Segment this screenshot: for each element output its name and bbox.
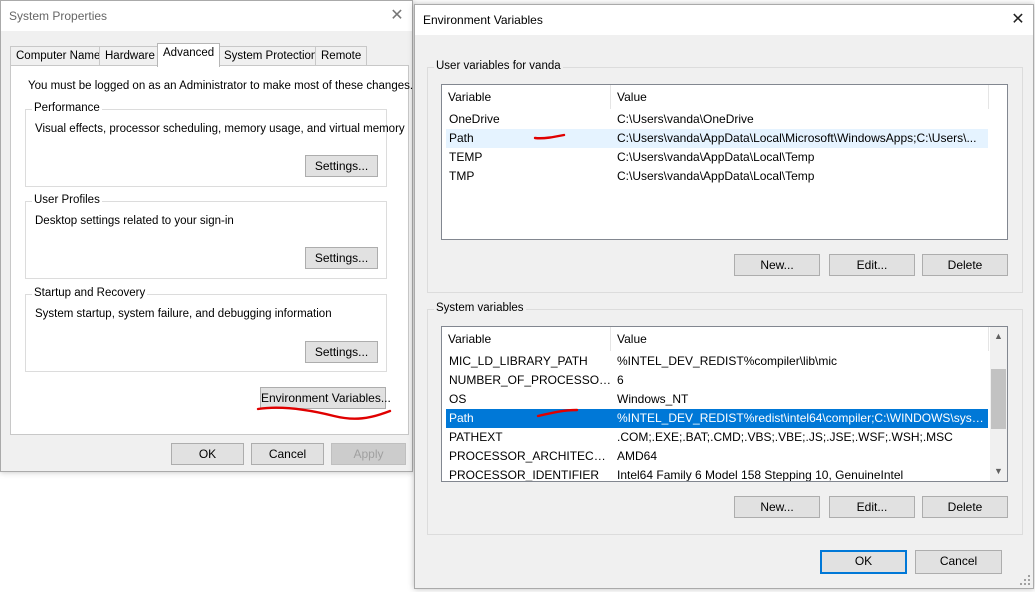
system-variable-name: Path	[449, 411, 474, 425]
system-variable-value: Intel64 Family 6 Model 158 Stepping 10, …	[617, 468, 904, 482]
performance-group-title: Performance	[32, 102, 102, 114]
system-delete-button[interactable]: Delete	[922, 496, 1008, 518]
system-variable-name: PROCESSOR_ARCHITECTURE	[449, 449, 613, 463]
env-button-annotation	[256, 406, 392, 420]
tab-system-protection[interactable]: System Protection	[218, 46, 324, 66]
user-variables-title: User variables for vanda	[434, 60, 563, 72]
system-properties-close-icon[interactable]: ✕	[384, 3, 410, 29]
performance-description: Visual effects, processor scheduling, me…	[35, 123, 405, 135]
startup-recovery-description: System startup, system failure, and debu…	[35, 308, 332, 320]
user-variables-group: User variables for vanda Variable Value …	[427, 60, 1023, 293]
system-properties-window: System Properties ✕ Computer Name Hardwa…	[0, 0, 413, 472]
user-profiles-group: User Profiles Desktop settings related t…	[25, 194, 387, 279]
system-variable-name: OS	[449, 392, 467, 406]
user-variable-value: C:\Users\vanda\OneDrive	[617, 112, 754, 126]
tab-remote[interactable]: Remote	[315, 46, 368, 66]
user-new-button[interactable]: New...	[734, 254, 820, 276]
system-path-annotation	[536, 408, 579, 418]
table-row[interactable]: PATHEXT .COM;.EXE;.BAT;.CMD;.VBS;.VBE;.J…	[446, 428, 988, 447]
scroll-thumb[interactable]	[991, 369, 1006, 429]
system-variable-value: .COM;.EXE;.BAT;.CMD;.VBS;.VBE;.JS;.JSE;.…	[617, 430, 953, 444]
list-item[interactable]: OneDrive C:\Users\vanda\OneDrive	[446, 110, 988, 129]
tab-advanced[interactable]: Advanced	[157, 43, 221, 67]
system-variable-value: AMD64	[617, 449, 658, 463]
user-delete-button[interactable]: Delete	[922, 254, 1008, 276]
user-profiles-group-title: User Profiles	[32, 194, 102, 206]
system-variable-value: %INTEL_DEV_REDIST%compiler\lib\mic	[617, 354, 838, 368]
tab-computer-name[interactable]: Computer Name	[10, 46, 107, 66]
user-variable-column-header[interactable]: Variable	[442, 85, 611, 109]
system-properties-title: System Properties	[9, 9, 108, 23]
system-variable-column-header[interactable]: Variable	[442, 327, 611, 351]
resize-grip-icon[interactable]	[1019, 574, 1031, 586]
environment-variables-cancel-button[interactable]: Cancel	[915, 550, 1002, 574]
table-row[interactable]: OS Windows_NT	[446, 390, 988, 409]
table-row[interactable]: NUMBER_OF_PROCESSORS 6	[446, 371, 988, 390]
list-item[interactable]: TEMP C:\Users\vanda\AppData\Local\Temp	[446, 148, 988, 167]
user-variable-name: TMP	[449, 169, 475, 183]
table-row[interactable]: MIC_LD_LIBRARY_PATH %INTEL_DEV_REDIST%co…	[446, 352, 988, 371]
system-variable-name: MIC_LD_LIBRARY_PATH	[449, 354, 588, 368]
system-variable-name: PROCESSOR_IDENTIFIER	[449, 468, 600, 482]
user-variable-name: OneDrive	[449, 112, 500, 126]
user-variable-value: C:\Users\vanda\AppData\Local\Microsoft\W…	[617, 131, 977, 145]
system-variables-list[interactable]: Variable Value MIC_LD_LIBRARY_PATH %INTE…	[441, 326, 1008, 482]
admin-note: You must be logged on as an Administrato…	[28, 80, 414, 92]
scroll-up-icon[interactable]: ▲	[990, 328, 1007, 345]
system-properties-apply-button[interactable]: Apply	[331, 443, 406, 465]
performance-group: Performance Visual effects, processor sc…	[25, 102, 405, 187]
startup-recovery-group: Startup and Recovery System startup, sys…	[25, 287, 387, 372]
system-value-column-header[interactable]: Value	[611, 327, 989, 351]
table-row-selected[interactable]: Path %INTEL_DEV_REDIST%redist\intel64\co…	[446, 409, 988, 428]
system-variables-group: System variables Variable Value MIC_LD_L…	[427, 302, 1023, 535]
user-path-annotation	[533, 133, 566, 140]
environment-variables-ok-button[interactable]: OK	[820, 550, 907, 574]
user-variable-name: Path	[449, 131, 474, 145]
scroll-down-icon[interactable]: ▼	[990, 463, 1007, 480]
user-profiles-description: Desktop settings related to your sign-in	[35, 215, 234, 227]
startup-recovery-settings-button[interactable]: Settings...	[305, 341, 378, 363]
system-edit-button[interactable]: Edit...	[829, 496, 915, 518]
list-item[interactable]: TMP C:\Users\vanda\AppData\Local\Temp	[446, 167, 988, 186]
system-properties-cancel-button[interactable]: Cancel	[251, 443, 324, 465]
environment-variables-window: Environment Variables ✕ User variables f…	[414, 4, 1034, 589]
user-edit-button[interactable]: Edit...	[829, 254, 915, 276]
system-properties-ok-button[interactable]: OK	[171, 443, 244, 465]
user-variable-value: C:\Users\vanda\AppData\Local\Temp	[617, 150, 815, 164]
environment-variables-close-icon[interactable]: ✕	[1005, 7, 1031, 33]
system-variables-header: Variable Value	[442, 327, 989, 351]
environment-variables-titlebar[interactable]: Environment Variables ✕	[415, 5, 1033, 35]
system-variables-title: System variables	[434, 302, 526, 314]
system-variable-name: PATHEXT	[449, 430, 503, 444]
user-variable-name: TEMP	[449, 150, 483, 164]
list-item[interactable]: Path C:\Users\vanda\AppData\Local\Micros…	[446, 129, 988, 148]
system-properties-titlebar[interactable]: System Properties ✕	[1, 1, 412, 31]
user-value-column-header[interactable]: Value	[611, 85, 989, 109]
advanced-tab-panel: You must be logged on as an Administrato…	[10, 65, 413, 435]
system-variable-value: 6	[617, 373, 624, 387]
system-variable-value: %INTEL_DEV_REDIST%redist\intel64\compile…	[617, 411, 987, 425]
table-row[interactable]: PROCESSOR_ARCHITECTURE AMD64	[446, 447, 988, 466]
user-profiles-settings-button[interactable]: Settings...	[305, 247, 378, 269]
system-variable-name: NUMBER_OF_PROCESSORS	[449, 373, 613, 387]
table-row[interactable]: PROCESSOR_IDENTIFIER Intel64 Family 6 Mo…	[446, 466, 988, 482]
system-variable-value: Windows_NT	[617, 392, 689, 406]
tab-hardware[interactable]: Hardware	[99, 46, 161, 66]
startup-recovery-group-title: Startup and Recovery	[32, 287, 148, 299]
system-new-button[interactable]: New...	[734, 496, 820, 518]
user-variable-value: C:\Users\vanda\AppData\Local\Temp	[617, 169, 815, 183]
performance-settings-button[interactable]: Settings...	[305, 155, 378, 177]
user-variables-header: Variable Value	[442, 85, 1007, 109]
user-variables-list[interactable]: Variable Value OneDrive C:\Users\vanda\O…	[441, 84, 1008, 240]
environment-variables-title: Environment Variables	[423, 13, 543, 27]
system-variables-scrollbar[interactable]: ▲ ▼	[990, 327, 1007, 481]
